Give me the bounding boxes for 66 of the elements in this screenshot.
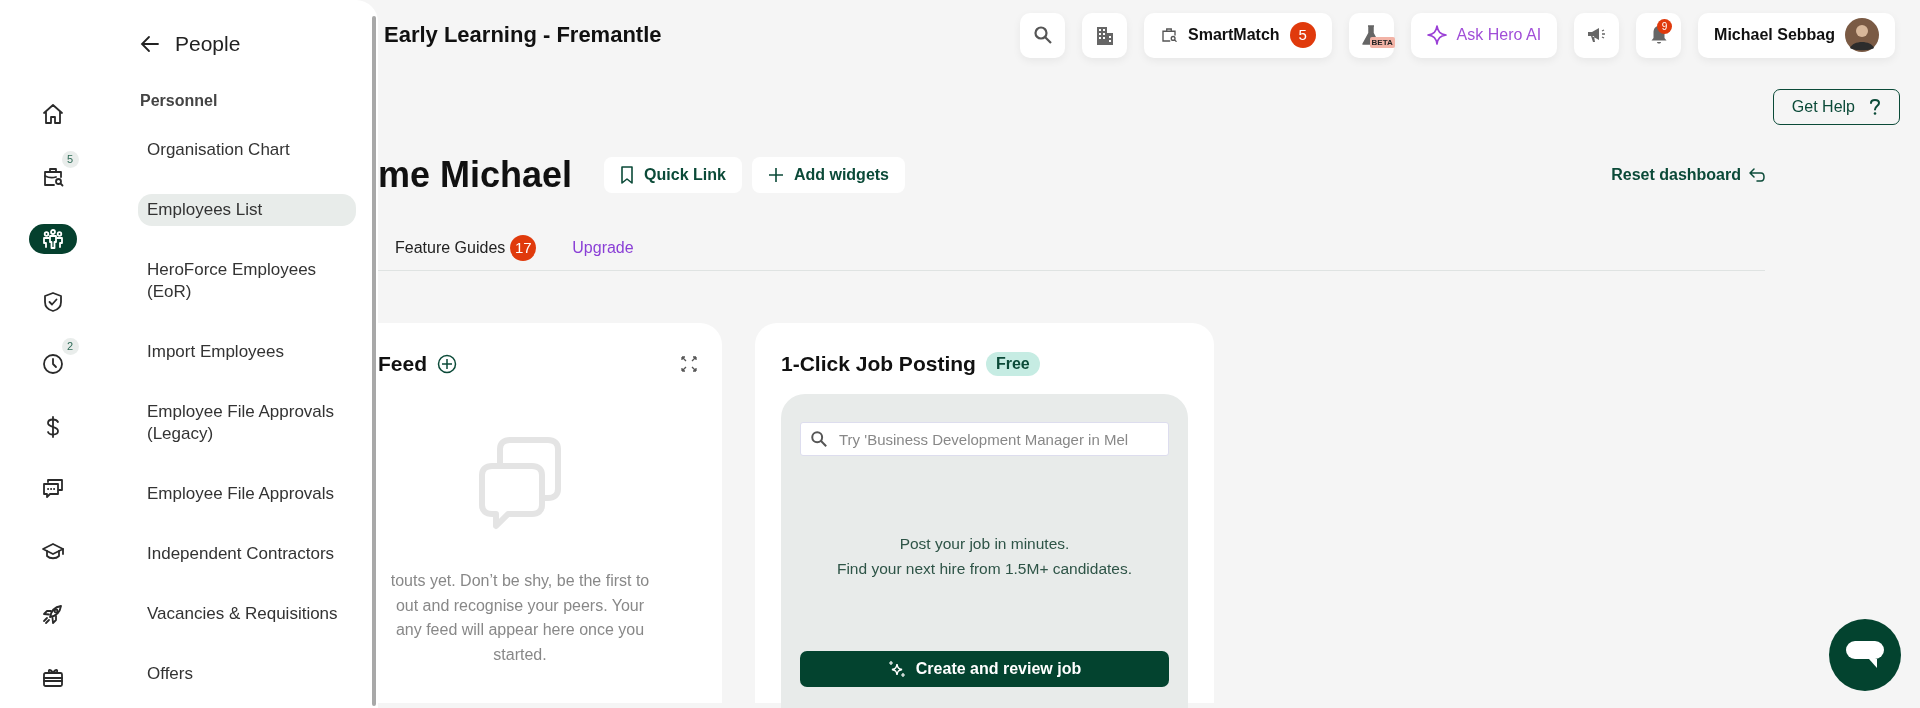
menu-item[interactable]: Employee File Approvals (138, 478, 356, 510)
menu-item[interactable]: Offers (138, 658, 356, 690)
rocket-icon (40, 602, 65, 626)
search-field[interactable]: Try 'Business Development Manager in Mel (800, 422, 1169, 456)
greeting-heading: me Michael (378, 154, 573, 196)
avatar-icon (1845, 18, 1879, 52)
scrollbar-thumb[interactable] (372, 16, 376, 706)
menu-item[interactable]: Import Employees (138, 336, 356, 368)
add-widgets-button[interactable]: Add widgets (751, 157, 905, 193)
panel-title: People (175, 32, 241, 56)
quick-link-button[interactable]: Quick Link (604, 157, 742, 193)
upgrade-link[interactable]: Upgrade (572, 239, 634, 257)
plus-circle-icon (437, 354, 457, 374)
company-title: Early Learning - Fremantle (384, 22, 662, 48)
bookmark-icon (620, 166, 635, 184)
section-heading: Personnel (140, 92, 218, 110)
free-badge: Free (985, 352, 1040, 376)
empty-state-message: touts yet. Don’t be shy, be the first to out and recognise your peers. Your any feed will appear here once you started. (390, 571, 650, 665)
home-icon (40, 102, 65, 126)
plus-icon (767, 167, 784, 183)
reset-dashboard-button[interactable]: Reset dashboard (1611, 166, 1765, 184)
menu-item[interactable]: Independent Contractors (138, 538, 356, 570)
promo-text: Post your job in minutes. Find your next hire from 1.5M+ candidates. (835, 534, 1134, 579)
search-icon (810, 430, 828, 448)
expand-icon (680, 355, 698, 373)
menu-item[interactable]: Employees List (138, 194, 356, 226)
count-badge: 5 (1289, 22, 1316, 48)
notifications-button[interactable]: 9 (1636, 12, 1682, 58)
card-title: 1-Click Job Posting (781, 352, 976, 376)
create-job-button[interactable]: Create and review job (800, 651, 1169, 687)
building-icon (1095, 25, 1114, 45)
count-badge: 5 (61, 150, 79, 168)
user-menu-button[interactable]: Michael Sebbag (1698, 12, 1895, 58)
get-help-button[interactable]: Get Help (1772, 89, 1900, 125)
count-badge: 2 (61, 338, 79, 355)
add-post-button[interactable] (437, 354, 457, 374)
clock-icon (40, 352, 65, 376)
undo-arrow-icon (1749, 168, 1765, 182)
menu-item[interactable]: Vacancies & Requisitions (138, 598, 356, 630)
briefcase-icon (1160, 26, 1178, 44)
back-arrow-icon (140, 34, 160, 54)
search-button[interactable] (1020, 12, 1065, 58)
question-mark-icon (1869, 98, 1881, 116)
menu-item[interactable]: Employee File Approvals (Legacy) (138, 396, 356, 450)
expand-button[interactable] (680, 355, 698, 373)
people-icon (40, 227, 65, 251)
menu-item[interactable]: HeroForce Employees (EoR) (138, 254, 356, 308)
announcements-button[interactable] (1574, 12, 1620, 58)
labs-button[interactable]: BETA (1348, 12, 1394, 58)
tab[interactable]: Feature Guides 17 (395, 235, 537, 261)
megaphone-icon (1586, 27, 1607, 43)
back-button[interactable] (140, 34, 160, 54)
count-badge: 9 (1657, 18, 1673, 34)
toolbar-button[interactable] (1082, 12, 1127, 58)
beta-tag: BETA (1369, 36, 1395, 48)
smartmatch-button[interactable]: SmartMatch 5 (1144, 12, 1332, 58)
speech-bubble-icon (1845, 640, 1885, 670)
sparkle-icon (1426, 25, 1447, 45)
nav-button[interactable] (28, 224, 77, 254)
menu-item[interactable]: Organisation Chart (138, 134, 356, 166)
card-title: Feed (378, 352, 427, 376)
chat-bubbles-icon (40, 477, 65, 501)
sparkles-icon (887, 660, 906, 678)
ask-ai-button[interactable]: Ask Hero AI (1410, 12, 1558, 58)
search-icon (1032, 25, 1053, 45)
count-badge: 17 (510, 235, 537, 261)
